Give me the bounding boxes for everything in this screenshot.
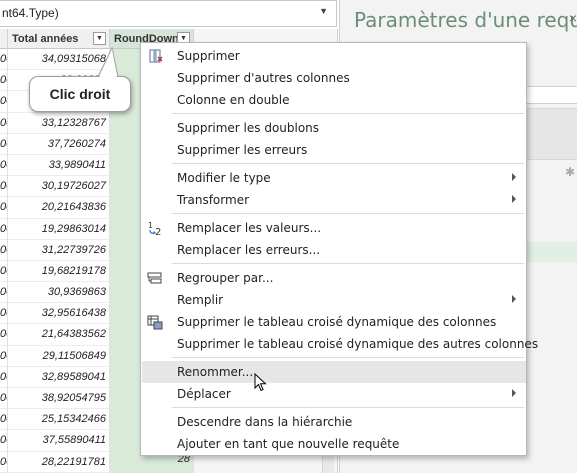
cell-value: 00 xyxy=(0,367,7,388)
cell-value: 29,11506849 xyxy=(8,346,109,367)
cell-value: 00 xyxy=(0,240,7,261)
menu-item-regrouper[interactable]: Regrouper par... xyxy=(142,267,526,289)
cell-value: 00 xyxy=(0,430,7,452)
cell-value: 37,7260274 xyxy=(8,134,109,155)
menu-item-deplacer[interactable]: Déplacer xyxy=(142,383,526,405)
cell-value: 00 xyxy=(0,176,7,198)
submenu-arrow-icon xyxy=(512,173,516,181)
cell-value: 32,95616438 xyxy=(8,303,109,325)
cell-value: 20,21643836 xyxy=(8,197,109,219)
menu-separator xyxy=(172,407,524,408)
column-cells-total-annees: 34,0931506833,0000033,0000033,1232876737… xyxy=(8,49,110,473)
menu-item-supprimer-autres[interactable]: Supprimer d'autres colonnes xyxy=(142,67,526,89)
menu-item-descendre[interactable]: Descendre dans la hiérarchie xyxy=(142,411,526,433)
cell-value: 28,22191781 xyxy=(8,452,109,473)
cell-value: 00 xyxy=(0,303,7,325)
cell-value: 00 xyxy=(0,346,7,367)
cell-value: 00 xyxy=(0,388,7,410)
gear-icon[interactable]: ✱ xyxy=(565,165,575,179)
mouse-cursor-icon xyxy=(254,373,267,392)
cell-value: 37,55890411 xyxy=(8,430,109,452)
cell-value: 30,19726027 xyxy=(8,176,109,198)
column-header-total-annees[interactable]: Total années ▼ xyxy=(8,29,110,49)
cell-value: 19,29863014 xyxy=(8,219,109,240)
cell-value: 00 xyxy=(0,49,7,71)
menu-item-transformer[interactable]: Transformer xyxy=(142,189,526,211)
formula-bar[interactable]: nt64.Type) ▼ xyxy=(0,0,337,27)
menu-item-nouvelle-requete[interactable]: Ajouter en tant que nouvelle requête xyxy=(142,433,526,455)
menu-item-unpivot[interactable]: Supprimer le tableau croisé dynamique de… xyxy=(142,311,526,333)
cell-value: 30,9369863 xyxy=(8,282,109,304)
cell-value: 00 xyxy=(0,70,7,92)
menu-item-supprimer[interactable]: Supprimer xyxy=(142,45,526,67)
cell-value: 31,22739726 xyxy=(8,240,109,261)
callout-text: Clic droit xyxy=(49,86,111,102)
column-cells-previous: 0000000000000000000000000000000000000000 xyxy=(0,49,8,473)
cell-value: 00 xyxy=(0,219,7,240)
cell-value: 00 xyxy=(0,197,7,219)
column-header-previous[interactable] xyxy=(0,29,8,49)
svg-text:1: 1 xyxy=(148,221,153,230)
context-menu: Supprimer Supprimer d'autres colonnes Co… xyxy=(140,42,538,456)
replace-values-icon: 1 2 xyxy=(148,221,161,236)
cell-value: 00 xyxy=(0,261,7,283)
submenu-arrow-icon xyxy=(512,389,516,397)
cell-value: 21,64383562 xyxy=(8,324,109,346)
cell-value: 00 xyxy=(0,409,7,431)
menu-separator xyxy=(172,263,524,264)
menu-separator xyxy=(172,163,524,164)
cell-value: 00 xyxy=(0,155,7,177)
menu-item-colonne-double[interactable]: Colonne en double xyxy=(142,89,526,111)
cell-value: 00 xyxy=(0,113,7,134)
menu-item-remplir[interactable]: Remplir xyxy=(142,289,526,311)
menu-item-modifier-type[interactable]: Modifier le type xyxy=(142,167,526,189)
cell-value: 34,09315068 xyxy=(8,49,109,71)
menu-separator xyxy=(172,113,524,114)
column-header-label: Total années xyxy=(12,33,79,45)
menu-item-unpivot-autres[interactable]: Supprimer le tableau croisé dynamique de… xyxy=(142,333,538,355)
formula-text: nt64.Type) xyxy=(2,6,59,20)
menu-separator xyxy=(172,213,524,214)
menu-item-supprimer-doublons[interactable]: Supprimer les doublons xyxy=(142,117,526,139)
submenu-arrow-icon xyxy=(512,195,516,203)
cell-value: 19,68219178 xyxy=(8,261,109,283)
menu-item-remplacer-erreurs[interactable]: Remplacer les erreurs... xyxy=(142,239,526,261)
cell-value: 00 xyxy=(0,324,7,346)
chevron-down-icon[interactable]: ▼ xyxy=(319,6,328,16)
close-icon[interactable]: × xyxy=(569,10,577,26)
cell-value: 00 xyxy=(0,91,7,113)
cell-value: 00 xyxy=(0,282,7,304)
menu-item-renommer[interactable]: Renommer... xyxy=(142,361,526,383)
cell-value: 00 xyxy=(0,134,7,155)
submenu-arrow-icon xyxy=(512,295,516,303)
svg-text:2: 2 xyxy=(155,227,161,236)
remove-columns-icon xyxy=(149,49,163,63)
cell-value: 33,12328767 xyxy=(8,113,109,134)
cell-value: 00 xyxy=(0,452,7,473)
cell-value: 25,15342466 xyxy=(8,409,109,431)
cell-value: 33,9890411 xyxy=(8,155,109,177)
group-by-icon xyxy=(147,272,162,284)
menu-item-supprimer-erreurs[interactable]: Supprimer les erreurs xyxy=(142,139,526,161)
menu-item-remplacer-valeurs[interactable]: 1 2 Remplacer les valeurs... xyxy=(142,217,526,239)
callout-bubble: Clic droit xyxy=(29,76,131,112)
cell-value: 38,92054795 xyxy=(8,388,109,410)
menu-separator xyxy=(172,357,524,358)
pane-title: Paramètres d'une requ… xyxy=(354,8,577,32)
filter-dropdown-icon[interactable]: ▼ xyxy=(93,32,106,45)
cell-value: 32,89589041 xyxy=(8,367,109,388)
unpivot-icon xyxy=(147,315,163,330)
